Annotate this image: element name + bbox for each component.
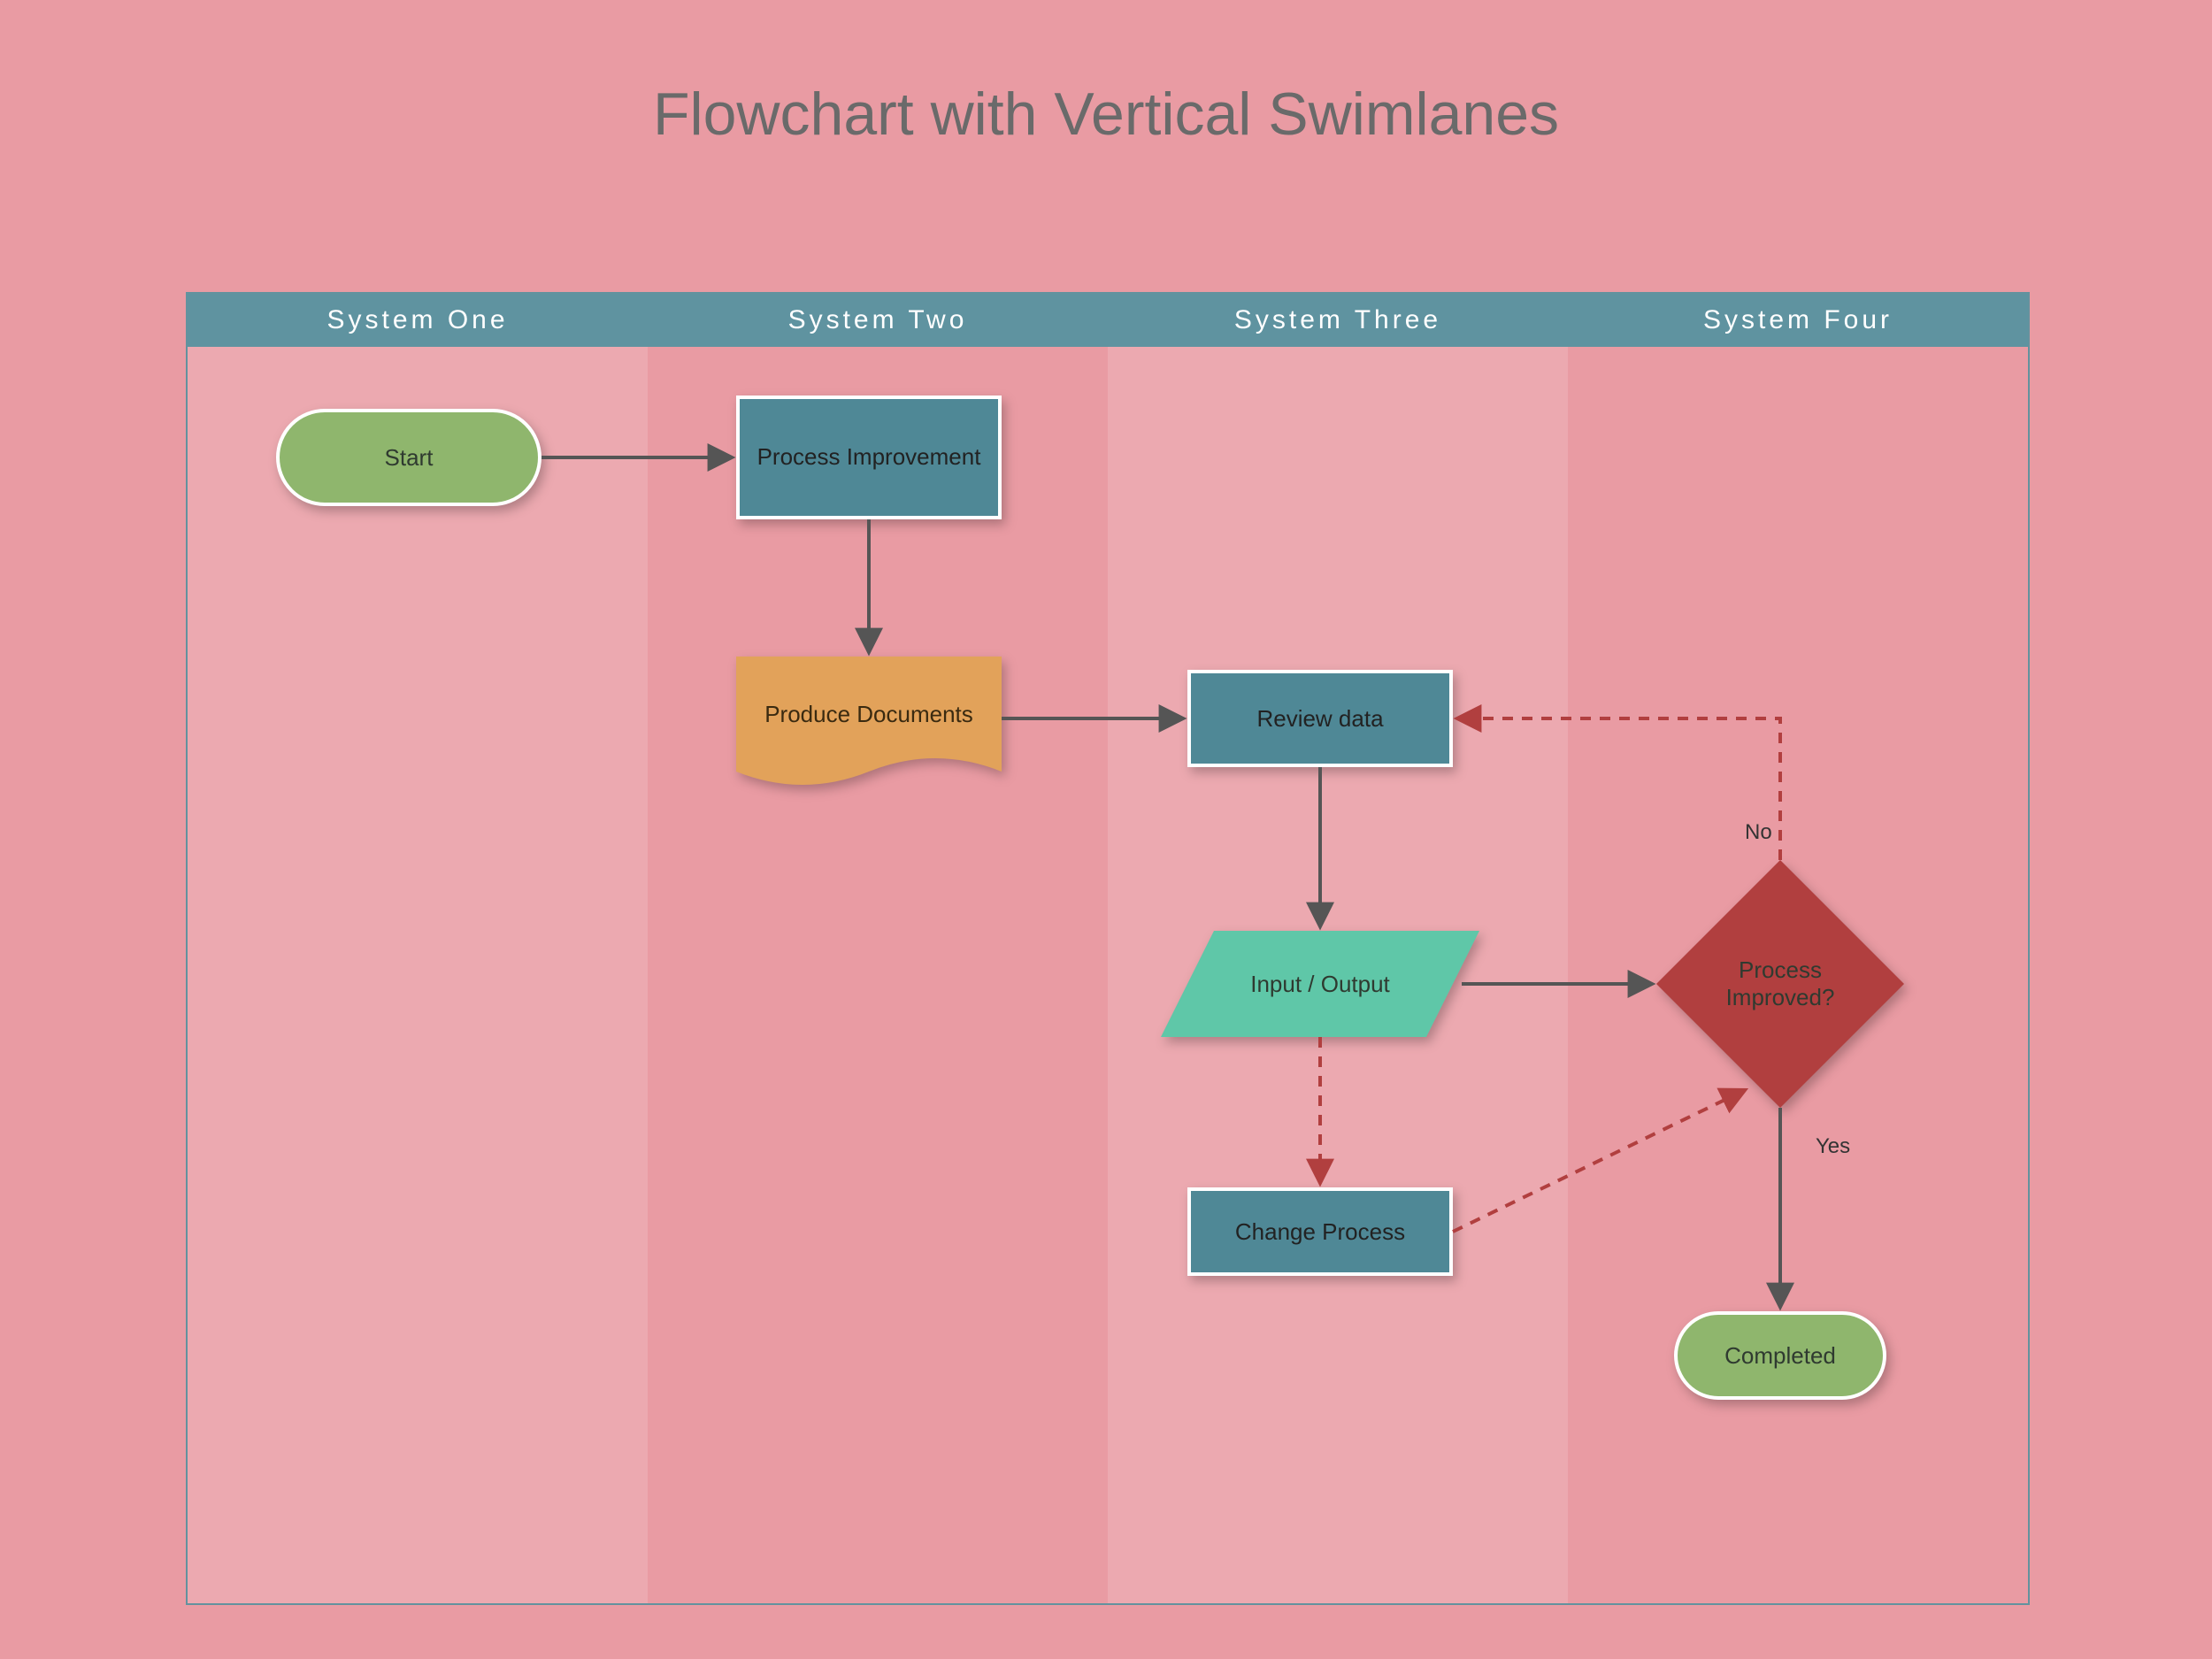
- lane-header-4: System Four: [1568, 294, 2028, 347]
- lane-body-1: [188, 347, 648, 1603]
- node-label: Change Process: [1235, 1218, 1405, 1246]
- edge-label-yes: Yes: [1816, 1134, 1850, 1159]
- edge-label-no: No: [1745, 820, 1772, 845]
- node-label: Produce Documents: [764, 701, 973, 728]
- lane-label: System Two: [788, 305, 968, 335]
- node-change-process: Change Process: [1187, 1187, 1453, 1276]
- lane-label: System One: [326, 305, 508, 335]
- lane-header-1: System One: [188, 294, 648, 347]
- node-label: Process Improvement: [757, 443, 981, 471]
- node-decision: Process Improved?: [1656, 860, 1904, 1108]
- node-label: Completed: [1724, 1342, 1836, 1370]
- lane-label: System Three: [1234, 305, 1441, 335]
- node-completed: Completed: [1674, 1311, 1886, 1400]
- node-produce-documents: Produce Documents: [736, 657, 1002, 798]
- node-label: Review data: [1256, 705, 1383, 733]
- diagram-title: Flowchart with Vertical Swimlanes: [0, 80, 2212, 149]
- node-label: Start: [385, 444, 434, 472]
- node-label: Process Improved?: [1709, 956, 1851, 1011]
- node-input-output: Input / Output: [1161, 931, 1479, 1037]
- node-label: Input / Output: [1250, 971, 1390, 998]
- flowchart-canvas: System One System Two System Three Syste…: [186, 292, 2030, 1605]
- node-review-data: Review data: [1187, 670, 1453, 767]
- lane-header-2: System Two: [648, 294, 1108, 347]
- lane-label: System Four: [1703, 305, 1893, 335]
- node-process-improvement: Process Improvement: [736, 396, 1002, 519]
- lane-header-3: System Three: [1108, 294, 1568, 347]
- node-start: Start: [276, 409, 541, 506]
